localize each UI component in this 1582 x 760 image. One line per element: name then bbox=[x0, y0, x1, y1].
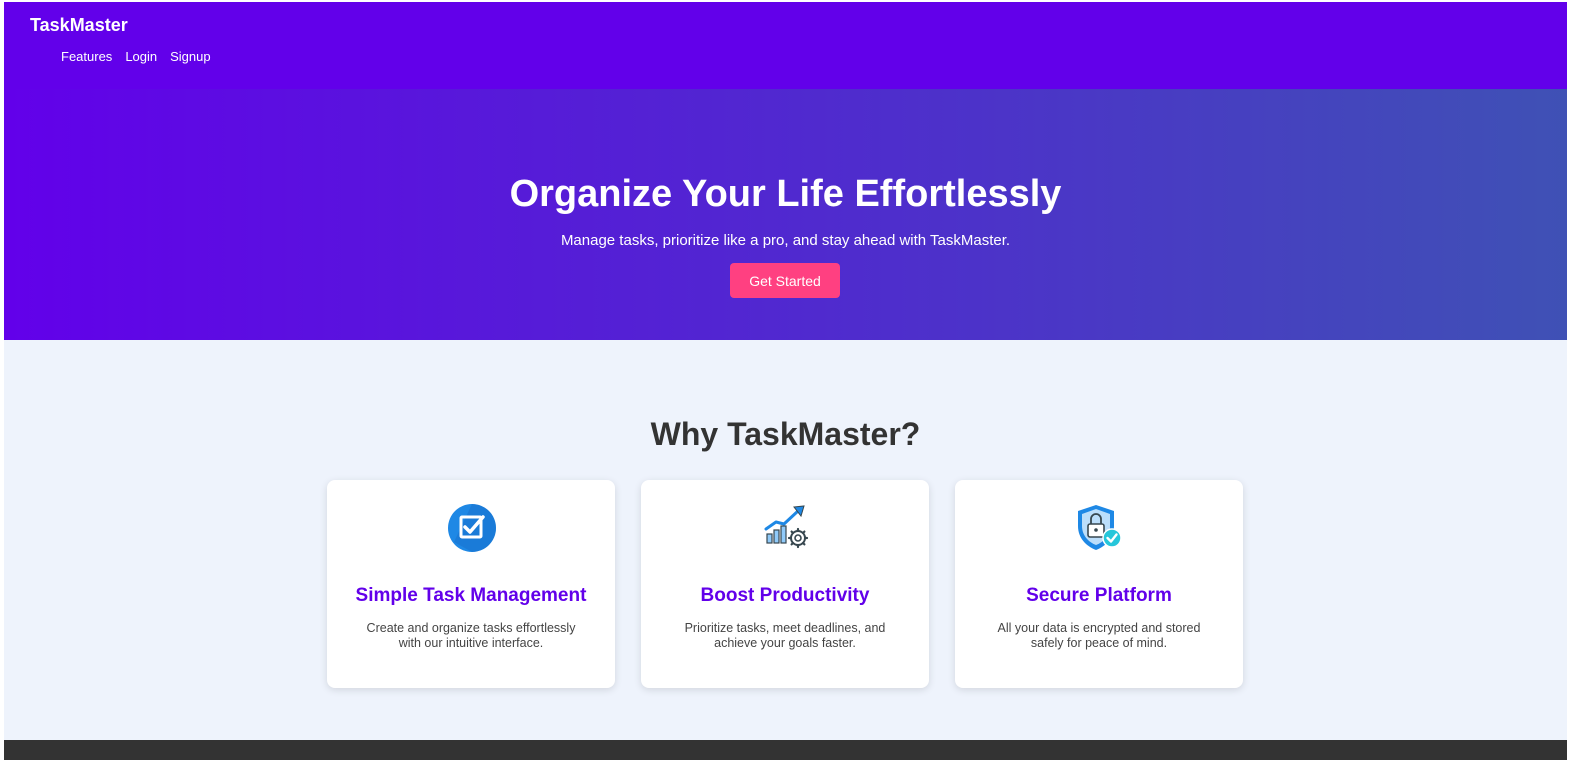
card-title: Boost Productivity bbox=[700, 585, 870, 606]
feature-card-secure: Secure Platform All your data is encrypt… bbox=[955, 480, 1243, 688]
navbar: TaskMaster Features Login Signup bbox=[4, 2, 1567, 89]
shield-lock-icon bbox=[1078, 505, 1122, 550]
nav-links: Features Login Signup bbox=[61, 49, 211, 64]
hero-title: Organize Your Life Effortlessly bbox=[509, 173, 1062, 215]
card-text: All your data is encrypted and stored sa… bbox=[997, 621, 1201, 650]
get-started-button[interactable]: Get Started bbox=[730, 263, 840, 298]
productivity-chart-icon bbox=[764, 505, 809, 549]
nav-link-signup[interactable]: Signup bbox=[170, 49, 210, 64]
card-text: Create and organize tasks effortlessly w… bbox=[366, 621, 576, 650]
brand-logo[interactable]: TaskMaster bbox=[30, 15, 128, 36]
features-title: Why TaskMaster? bbox=[650, 416, 921, 452]
card-text: Prioritize tasks, meet deadlines, and ac… bbox=[684, 621, 886, 650]
nav-link-login[interactable]: Login bbox=[125, 49, 157, 64]
card-title: Simple Task Management bbox=[355, 585, 587, 606]
page: TaskMaster Features Login Signup Organiz… bbox=[4, 2, 1567, 760]
feature-card-productivity: Boost Productivity Prioritize tasks, mee… bbox=[641, 480, 929, 688]
feature-card-task-management: Simple Task Management Create and organi… bbox=[327, 480, 615, 688]
card-title: Secure Platform bbox=[1026, 585, 1172, 606]
hero-subtitle: Manage tasks, prioritize like a pro, and… bbox=[560, 232, 1011, 249]
nav-link-features[interactable]: Features bbox=[61, 49, 112, 64]
checkbox-icon bbox=[448, 504, 496, 552]
footer bbox=[4, 740, 1567, 760]
hero-section: Organize Your Life Effortlessly Manage t… bbox=[4, 89, 1567, 340]
